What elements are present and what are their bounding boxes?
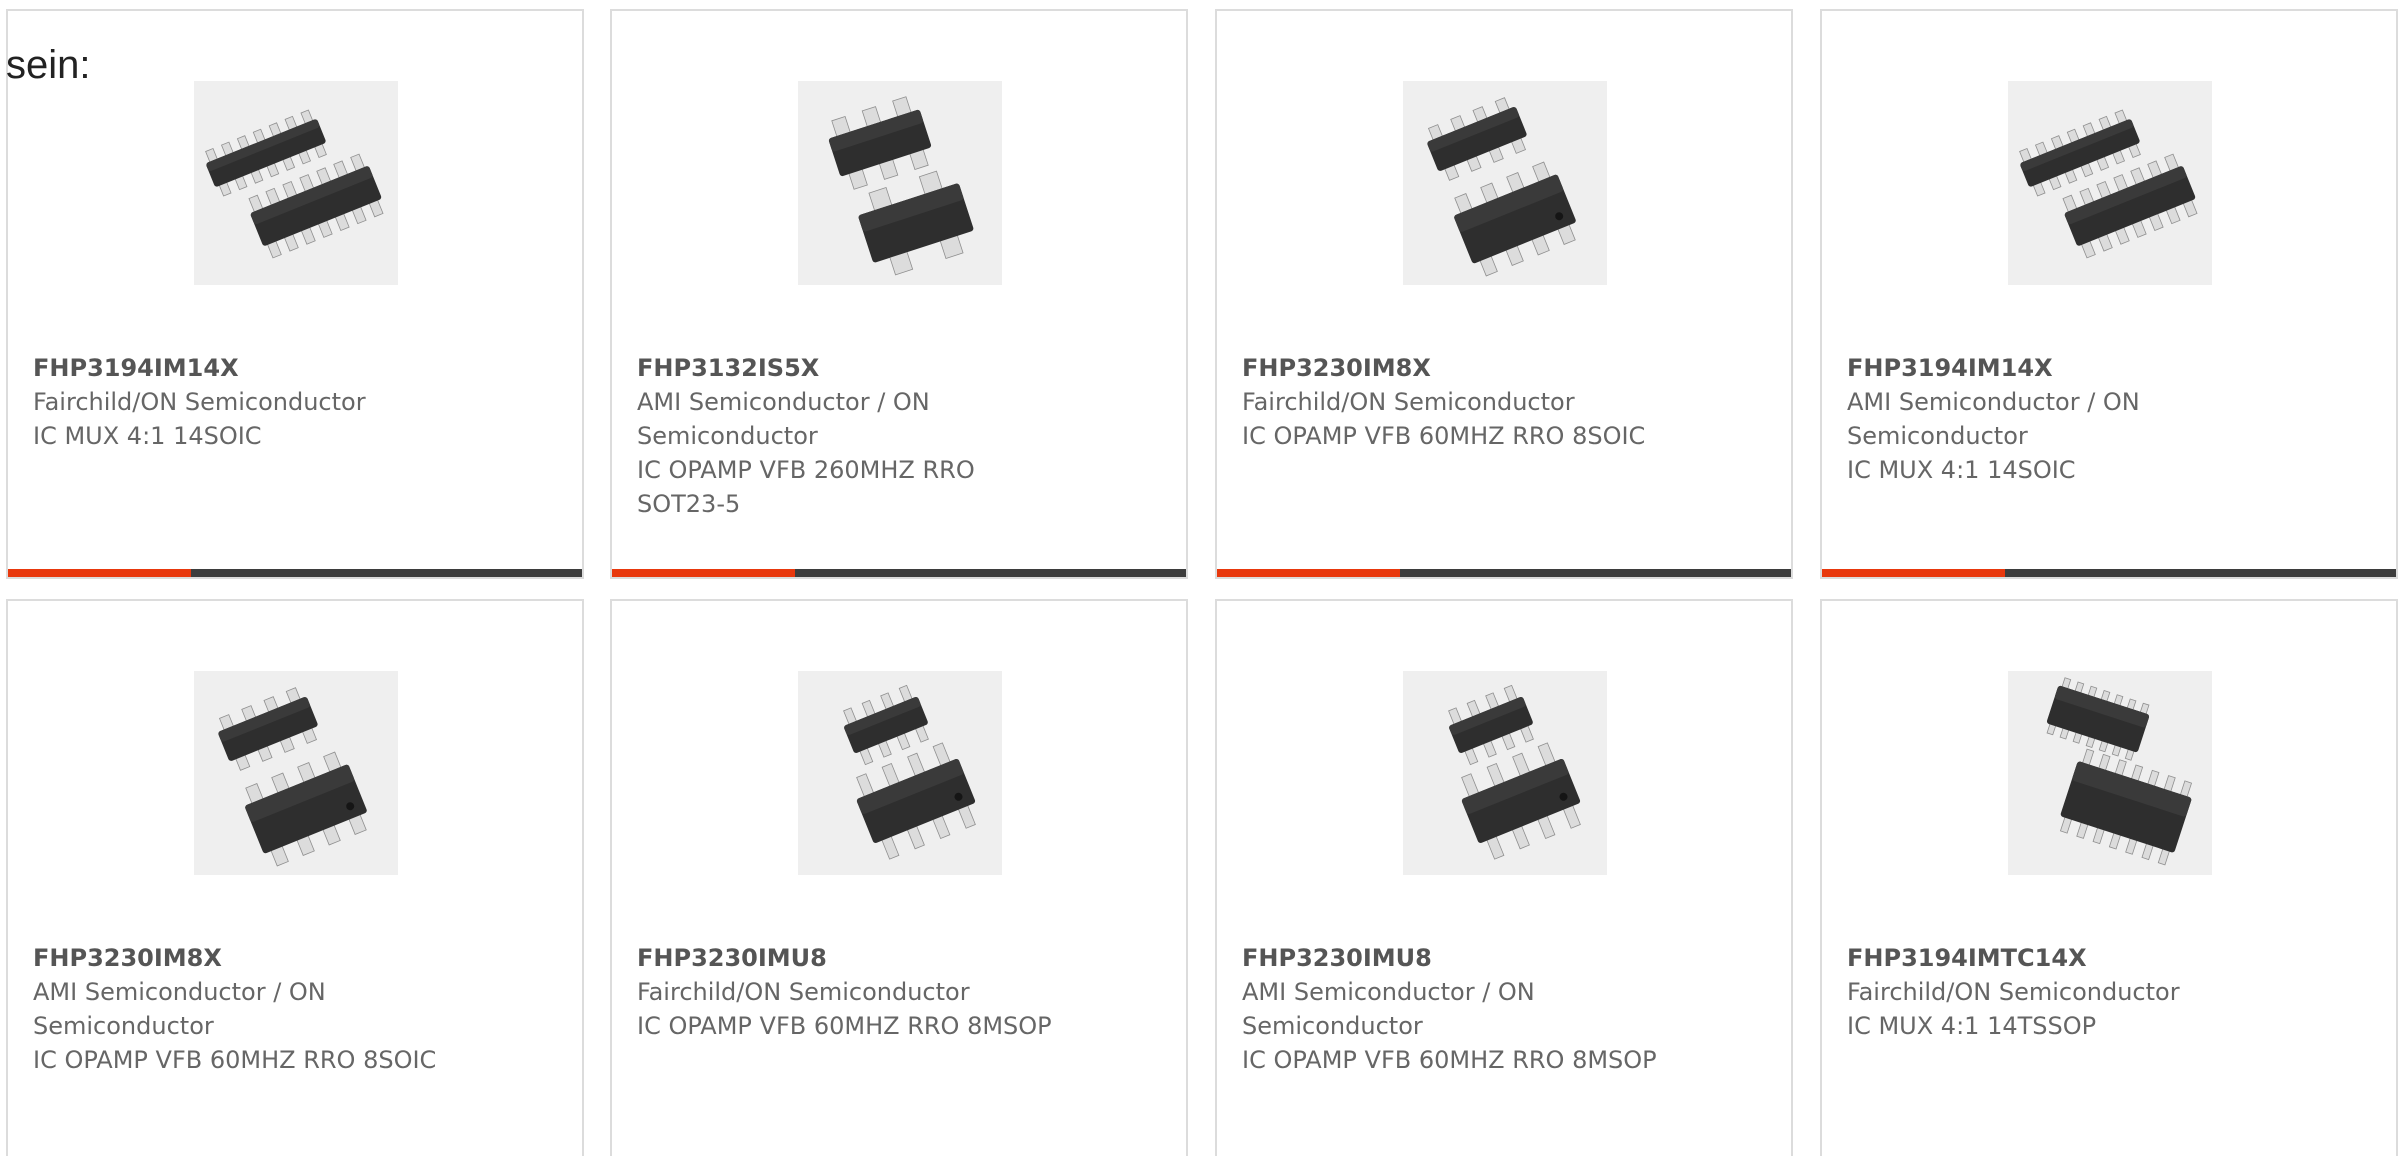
part-number[interactable]: FHP3230IM8X — [1242, 351, 1662, 385]
part-number[interactable]: FHP3230IMU8 — [637, 941, 1057, 975]
product-card[interactable]: FHP3194IMTC14X Fairchild/ON Semiconductor… — [1820, 599, 2398, 1156]
description: IC OPAMP VFB 60MHZ RRO 8SOIC — [1242, 422, 1646, 450]
soic-14-package-icon[interactable] — [2008, 81, 2212, 285]
intro-text: sein: — [6, 43, 91, 87]
part-number[interactable]: FHP3230IM8X — [33, 941, 453, 975]
progress-bar — [8, 569, 582, 577]
soic-8-package-icon[interactable] — [1403, 81, 1607, 285]
part-number[interactable]: FHP3230IMU8 — [1242, 941, 1662, 975]
progress-bar-accent — [8, 569, 191, 577]
description: IC MUX 4:1 14SOIC — [1847, 456, 2076, 484]
part-number[interactable]: FHP3194IMTC14X — [1847, 941, 2267, 975]
manufacturer: AMI Semiconductor / ON Semiconductor — [1847, 388, 2140, 450]
msop-8-package-icon[interactable] — [798, 671, 1002, 875]
product-info: FHP3194IM14X AMI Semiconductor / ON Semic… — [1847, 351, 2267, 487]
soic-14-package-icon[interactable] — [194, 81, 398, 285]
manufacturer: Fairchild/ON Semiconductor — [637, 978, 970, 1006]
product-info: FHP3230IM8X Fairchild/ON Semiconductor IC … — [1242, 351, 1662, 453]
manufacturer: AMI Semiconductor / ON Semiconductor — [1242, 978, 1535, 1040]
product-card[interactable]: FHP3230IM8X Fairchild/ON Semiconductor IC … — [1215, 9, 1793, 579]
manufacturer: AMI Semiconductor / ON Semiconductor — [33, 978, 326, 1040]
product-info: FHP3230IMU8 AMI Semiconductor / ON Semico… — [1242, 941, 1662, 1077]
product-card[interactable]: FHP3230IMU8 AMI Semiconductor / ON Semico… — [1215, 599, 1793, 1156]
description: IC OPAMP VFB 60MHZ RRO 8MSOP — [1242, 1046, 1657, 1074]
part-number[interactable]: FHP3194IM14X — [1847, 351, 2267, 385]
product-card[interactable]: FHP3194IM14X Fairchild/ON Semiconductor IC… — [6, 9, 584, 579]
progress-bar — [612, 569, 1186, 577]
product-info: FHP3230IM8X AMI Semiconductor / ON Semico… — [33, 941, 453, 1077]
description: IC OPAMP VFB 60MHZ RRO 8SOIC — [33, 1046, 437, 1074]
description: IC OPAMP VFB 60MHZ RRO 8MSOP — [637, 1012, 1052, 1040]
product-info: FHP3194IM14X Fairchild/ON Semiconductor IC… — [33, 351, 453, 453]
description: IC MUX 4:1 14SOIC — [33, 422, 262, 450]
page: sein: FHP3194IM14X Fairchild/ON Semicondu… — [0, 0, 2400, 1156]
msop-8-package-icon[interactable] — [1403, 671, 1607, 875]
part-number[interactable]: FHP3132IS5X — [637, 351, 1057, 385]
tssop-14-package-icon[interactable] — [2008, 671, 2212, 875]
progress-bar-accent — [612, 569, 795, 577]
soic-8-package-icon[interactable] — [194, 671, 398, 875]
progress-bar — [1217, 569, 1791, 577]
product-card[interactable]: FHP3230IMU8 Fairchild/ON Semiconductor IC … — [610, 599, 1188, 1156]
manufacturer: Fairchild/ON Semiconductor — [1847, 978, 2180, 1006]
product-card[interactable]: FHP3132IS5X AMI Semiconductor / ON Semico… — [610, 9, 1188, 579]
progress-bar-accent — [1217, 569, 1400, 577]
manufacturer: Fairchild/ON Semiconductor — [33, 388, 366, 416]
progress-bar — [1822, 569, 2396, 577]
product-card[interactable]: FHP3230IM8X AMI Semiconductor / ON Semico… — [6, 599, 584, 1156]
product-info: FHP3132IS5X AMI Semiconductor / ON Semico… — [637, 351, 1057, 521]
product-card[interactable]: FHP3194IM14X AMI Semiconductor / ON Semic… — [1820, 9, 2398, 579]
product-grid: FHP3194IM14X Fairchild/ON Semiconductor IC… — [6, 9, 2400, 1156]
description: IC OPAMP VFB 260MHZ RRO SOT23-5 — [637, 456, 975, 518]
progress-bar-accent — [1822, 569, 2005, 577]
product-info: FHP3230IMU8 Fairchild/ON Semiconductor IC … — [637, 941, 1057, 1043]
product-info: FHP3194IMTC14X Fairchild/ON Semiconductor… — [1847, 941, 2267, 1043]
manufacturer: Fairchild/ON Semiconductor — [1242, 388, 1575, 416]
description: IC MUX 4:1 14TSSOP — [1847, 1012, 2097, 1040]
manufacturer: AMI Semiconductor / ON Semiconductor — [637, 388, 930, 450]
part-number[interactable]: FHP3194IM14X — [33, 351, 453, 385]
sot23-5-package-icon[interactable] — [798, 81, 1002, 285]
